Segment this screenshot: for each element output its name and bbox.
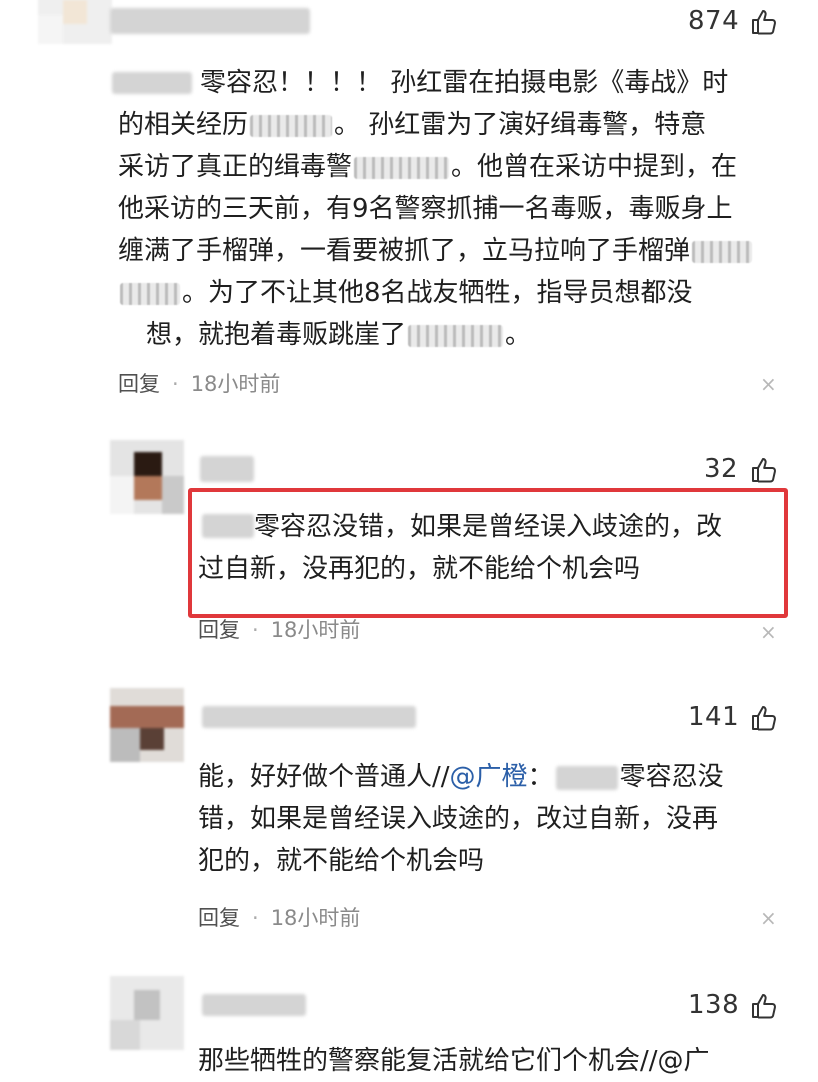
like-count: 874: [688, 6, 740, 36]
comment-meta: 回复 · 18小时前: [198, 902, 360, 932]
comment-meta: 回复 · 18小时前: [198, 614, 360, 644]
timestamp: 18小时前: [270, 906, 361, 930]
username-blurred[interactable]: [202, 994, 306, 1016]
mention-link[interactable]: @广橙: [450, 762, 528, 792]
comment-text: 零容忍没错，如果是曾经误入歧途的，改 过自新，没再犯的，就不能给个机会吗: [198, 512, 723, 584]
close-icon[interactable]: ×: [760, 372, 777, 396]
thumbs-up-icon[interactable]: [750, 704, 778, 732]
username-blurred[interactable]: [202, 706, 416, 728]
avatar[interactable]: [110, 976, 184, 1050]
like-count: 32: [704, 454, 739, 484]
reply-button[interactable]: 回复: [118, 372, 160, 396]
username-blurred[interactable]: [200, 456, 254, 482]
emoji-icon: [408, 324, 504, 347]
separator-dot: ·: [252, 906, 259, 930]
emoji-icon: [692, 240, 753, 263]
like-count: 138: [688, 990, 740, 1020]
thumbs-up-icon[interactable]: [750, 8, 778, 36]
avatar[interactable]: [38, 0, 112, 44]
comment-meta: 回复 · 18小时前: [118, 368, 280, 398]
close-icon[interactable]: ×: [760, 906, 777, 930]
comment-text: 零容忍！！！！ 孙红雷在拍摄电影《毒战》时 的相关经历。 孙红雷为了演好缉毒警，…: [118, 62, 798, 356]
timestamp: 18小时前: [190, 372, 281, 396]
thumbs-up-icon[interactable]: [750, 992, 778, 1020]
avatar[interactable]: [110, 440, 184, 514]
timestamp: 18小时前: [270, 618, 361, 642]
separator-dot: ·: [172, 372, 179, 396]
emoji-icon: [120, 282, 180, 305]
reply-button[interactable]: 回复: [198, 618, 240, 642]
reply-button[interactable]: 回复: [198, 906, 240, 930]
like-count: 141: [688, 702, 740, 732]
avatar[interactable]: [110, 688, 184, 762]
comment-text: 能，好好做个普通人//@广橙： 零容忍没 错，如果是曾经误入歧途的，改过自新，没再…: [198, 762, 724, 876]
close-icon[interactable]: ×: [760, 620, 777, 644]
reply-target-blurred: [555, 765, 618, 790]
emoji-icon: [354, 156, 450, 179]
thumbs-up-icon[interactable]: [750, 456, 778, 484]
username-blurred[interactable]: [110, 8, 310, 34]
emoji-icon: [250, 114, 333, 137]
separator-dot: ·: [252, 618, 259, 642]
